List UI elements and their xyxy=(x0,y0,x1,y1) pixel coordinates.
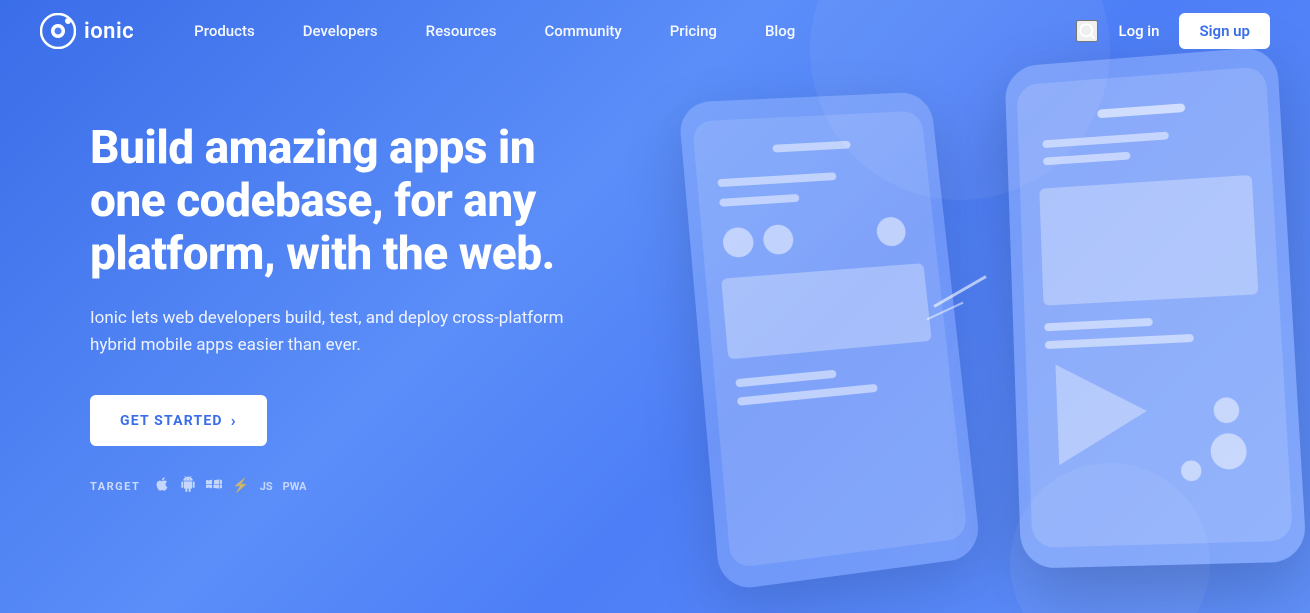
nav-pricing[interactable]: Pricing xyxy=(670,22,717,40)
nav-developers[interactable]: Developers xyxy=(303,22,378,40)
js-icon: JS xyxy=(260,480,273,493)
nav-products[interactable]: Products xyxy=(194,22,255,40)
windows-icon xyxy=(206,476,222,496)
logo-text: ionic xyxy=(84,19,134,44)
hero-subtitle: Ionic lets web developers build, test, a… xyxy=(90,305,570,359)
target-label: TARGET xyxy=(90,480,140,493)
phone-front xyxy=(1004,46,1307,569)
target-row: TARGET xyxy=(90,476,600,496)
search-icon xyxy=(1078,22,1096,40)
login-link[interactable]: Log in xyxy=(1118,22,1159,40)
logo-link[interactable]: ionic xyxy=(40,13,134,49)
get-started-button[interactable]: GET STARTED › xyxy=(90,395,267,446)
nav-right: Log in Sign up xyxy=(1076,13,1270,49)
search-button[interactable] xyxy=(1076,20,1098,42)
android-icon xyxy=(180,476,196,496)
capacitor-icon: ⚡ xyxy=(232,478,249,494)
hero-title: Build amazing apps in one codebase, for … xyxy=(90,122,600,281)
pwa-icon: PWA xyxy=(283,480,307,493)
page-wrapper: ionic Products Developers Resources Comm… xyxy=(0,0,1310,613)
nav-links: Products Developers Resources Community … xyxy=(194,22,1076,40)
phones-illustration xyxy=(620,30,1310,610)
ionic-logo-icon xyxy=(40,13,76,49)
target-icons: ⚡ JS PWA xyxy=(154,476,306,496)
signup-button[interactable]: Sign up xyxy=(1179,13,1270,49)
nav-resources[interactable]: Resources xyxy=(426,22,497,40)
hero-section: Build amazing apps in one codebase, for … xyxy=(0,62,600,496)
get-started-label: GET STARTED xyxy=(120,413,223,429)
navbar: ionic Products Developers Resources Comm… xyxy=(0,0,1310,62)
phone-back xyxy=(678,91,981,591)
nav-community[interactable]: Community xyxy=(544,22,621,40)
apple-icon xyxy=(154,476,170,496)
arrow-icon: › xyxy=(231,411,237,430)
nav-blog[interactable]: Blog xyxy=(765,22,795,40)
